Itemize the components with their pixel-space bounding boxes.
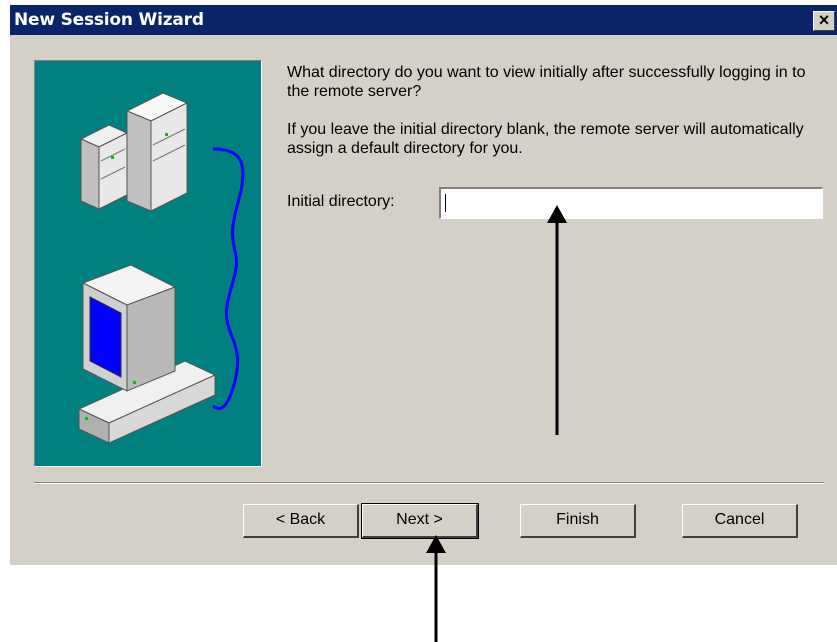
dialog-title: New Session Wizard — [14, 10, 204, 30]
info-text: If you leave the initial directory blank… — [287, 121, 804, 157]
annotation-arrow-icon — [547, 205, 567, 435]
footer-separator — [34, 482, 824, 484]
initial-directory-input[interactable] — [439, 187, 823, 219]
new-session-wizard-dialog: New Session Wizard × What directory do y… — [10, 5, 837, 565]
close-button[interactable]: × — [813, 11, 835, 31]
wizard-illustration — [34, 60, 262, 467]
text-caret — [445, 194, 446, 212]
close-icon: × — [818, 10, 830, 30]
initial-directory-label: Initial directory: — [287, 193, 395, 210]
server-icon — [79, 92, 189, 212]
next-button[interactable]: Next > — [361, 503, 479, 539]
computer-icon — [77, 264, 217, 444]
cancel-button[interactable]: Cancel — [682, 504, 798, 538]
network-cable — [212, 147, 245, 410]
network-illustration — [77, 92, 245, 444]
question-text: What directory do you want to view initi… — [287, 64, 806, 100]
back-button[interactable]: < Back — [243, 504, 359, 538]
title-bar[interactable]: New Session Wizard × — [10, 5, 837, 35]
finish-button[interactable]: Finish — [520, 504, 636, 538]
annotation-arrow-icon — [426, 535, 446, 642]
